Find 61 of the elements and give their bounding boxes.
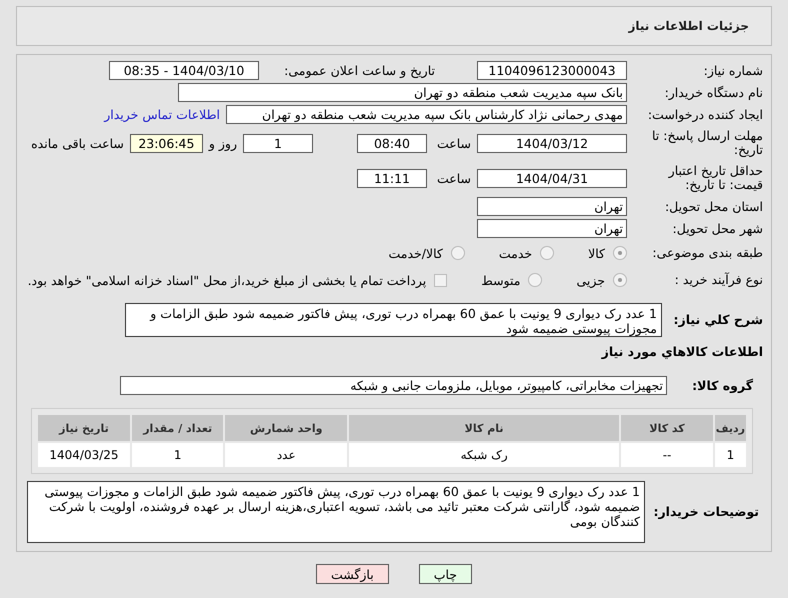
field-label: توضیحات خریدار: xyxy=(652,505,760,519)
text-field[interactable]: 1404/03/10 - 08:35 xyxy=(109,61,259,80)
contact-link[interactable]: اطلاعات تماس خریدار xyxy=(104,107,220,122)
field-label: طبقه بندی موضوعی: xyxy=(651,246,763,260)
field-label: شرح كلي نیاز: xyxy=(672,313,763,327)
text-field[interactable]: 1 xyxy=(243,134,313,152)
radio-button[interactable] xyxy=(450,246,465,260)
field-label: حداقل تاریخ اعتبار قیمت: تا تاریخ: xyxy=(667,164,763,192)
table-cell: 1 xyxy=(132,443,224,467)
field-label: شماره نیاز: xyxy=(702,64,763,78)
column-header: نام کالا xyxy=(348,415,620,441)
text-field[interactable]: مهدی رحمانی نژاد کارشناس بانک سپه مدیریت شعب منطقه دو تهران xyxy=(226,105,627,124)
column-header: واحد شمارش xyxy=(225,415,347,441)
time-label: ساعت xyxy=(436,136,471,150)
table-cell: عدد xyxy=(225,443,347,467)
field-label: نوع فرآیند خرید : xyxy=(674,273,763,287)
column-header: کد کالا xyxy=(621,415,713,441)
option-label: پرداخت تمام یا بخشی از مبلغ خرید،از محل "اسناد خزانه اسلامی" خواهد بود. xyxy=(28,272,426,288)
text-field[interactable]: 1404/03/12 xyxy=(477,134,627,152)
option-label: کالا xyxy=(588,246,605,260)
text-field[interactable]: 1404/04/31 xyxy=(477,168,627,188)
text-field[interactable]: بانک سپه مدیریت شعب منطقه دو تهران xyxy=(178,83,627,102)
text-field[interactable]: تهران xyxy=(477,219,627,238)
table-cell: 1404/03/25 xyxy=(38,443,130,467)
field-label: نام دستگاه خریدار: xyxy=(664,86,763,100)
section-heading: اطلاعات كالاهاي مورد نياز xyxy=(602,344,763,359)
radio-button[interactable] xyxy=(613,246,627,260)
days-label: روز و xyxy=(208,136,237,150)
radio-button[interactable] xyxy=(528,273,542,287)
description-box[interactable]: 1 عدد رک دیواری 9 یونیت با عمق 60 بهمراه درب توری، پیش فاکتور ضمیمه شود طبق الزامات و مجوزات پیوستی ضمیمه شود xyxy=(125,303,662,337)
text-field[interactable]: تهران xyxy=(477,197,627,216)
column-header: تاریخ نیاز xyxy=(38,415,130,441)
remaining-time[interactable]: 23:06:45 xyxy=(130,134,203,152)
radio-button[interactable] xyxy=(540,246,554,260)
column-header: ردیف xyxy=(714,415,746,441)
field-label: ایجاد کننده درخواست: xyxy=(646,108,763,122)
print-button[interactable]: چاپ xyxy=(418,564,472,584)
table-cell: -- xyxy=(621,443,713,467)
page-header: جزئیات اطلاعات نیاز xyxy=(16,6,772,46)
field-label: شهر محل تحویل: xyxy=(672,222,763,236)
table-cell: رک شبکه xyxy=(348,443,620,467)
field-label: استان محل تحویل: xyxy=(664,200,763,214)
text-field[interactable]: 08:40 xyxy=(357,134,427,152)
option-label: متوسط xyxy=(481,272,520,288)
option-label: جزیی xyxy=(576,272,605,288)
table-cell: 1 xyxy=(714,443,746,467)
text-field[interactable]: 11:11 xyxy=(357,168,427,188)
remaining-label: ساعت باقی مانده xyxy=(31,136,124,150)
option-label: کالا/خدمت xyxy=(388,246,443,260)
checkbox[interactable] xyxy=(434,274,448,286)
text-field[interactable]: 1104096123000043 xyxy=(477,61,627,80)
field-label: مهلت ارسال پاسخ: تا تاریخ: xyxy=(651,129,763,157)
option-label: خدمت xyxy=(498,246,532,260)
field-label: گروه کالا: xyxy=(691,378,754,392)
text-field[interactable]: تجهیزات مخابراتی، کامپیوتر، موبایل، ملزومات جانبی و شبکه xyxy=(120,376,667,395)
field-label: تاریخ و ساعت اعلان عمومی: xyxy=(283,64,435,78)
column-header: تعداد / مقدار xyxy=(132,415,224,441)
time-label: ساعت xyxy=(436,170,471,186)
radio-button[interactable] xyxy=(613,273,627,287)
back-button[interactable]: بازگشت xyxy=(316,564,389,584)
notes-box[interactable]: 1 عدد رک دیواری 9 یونیت با عمق 60 بهمراه درب توری، پیش فاکتور ضمیمه شود طبق الزامات و مجوزات پیوستی ضمیمه شود، گارانتی شرکت معتبر تائید می باشد، تسویه اعتباری،هزینه ارسال بر عهده فروشنده، اولویت با شرکت کنندگان بومی xyxy=(27,481,645,543)
